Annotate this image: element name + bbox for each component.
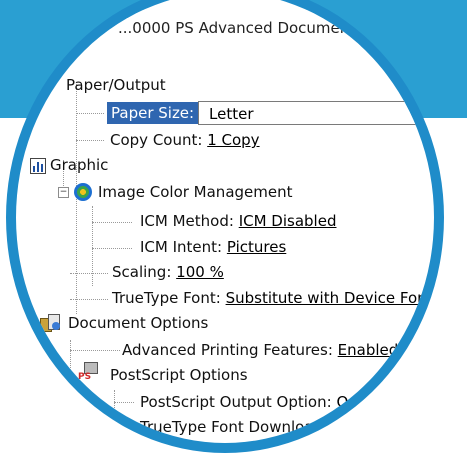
ps-output-value[interactable]: Optimize for [336, 393, 429, 411]
tree-item-paper-size[interactable]: Paper Size: [107, 102, 199, 124]
scaling-value[interactable]: 100 % [176, 263, 224, 281]
document-options-icon [40, 312, 62, 332]
color-management-icon [74, 183, 92, 201]
paper-size-dropdown[interactable]: Letter [198, 101, 434, 125]
tree-connector [70, 299, 108, 300]
tree-item-graphic[interactable]: Graphic [50, 155, 108, 175]
tree-item-scaling[interactable]: Scaling: 100 % [112, 262, 224, 282]
magnifier-ring: ...0000 PS Advanced Document Settings Pa… [6, 0, 444, 453]
tree-item-postscript-options[interactable]: PostScript Options [110, 365, 248, 385]
truetype-font-value[interactable]: Substitute with Device Font [226, 289, 433, 307]
collapse-toggle[interactable]: − [58, 187, 69, 198]
tree-connector [114, 390, 115, 443]
tree-item-label: PostScript Options [110, 366, 248, 384]
tree-item-advanced-printing[interactable]: Advanced Printing Features: Enabled [122, 340, 398, 360]
copy-count-label: Copy Count: [110, 131, 203, 149]
icm-method-value[interactable]: ICM Disabled [239, 212, 337, 230]
tree-connector [92, 222, 132, 223]
tree-item-postscript-output[interactable]: PostScript Output Option: Optimize for [140, 392, 429, 412]
tree-connector [114, 427, 134, 428]
tree-connector [76, 113, 104, 114]
tree-connector [92, 248, 132, 249]
tree-item-label: Graphic [50, 156, 109, 174]
tree-connector [92, 206, 93, 286]
document-settings-tree: ...0000 PS Advanced Document Settings Pa… [16, 10, 434, 443]
tree-connector [70, 350, 120, 351]
scaling-label: Scaling: [112, 263, 172, 281]
tree-item-label: Paper/Output [66, 76, 166, 94]
truetype-font-label: TrueType Font: [112, 289, 221, 307]
tree-item-document-options[interactable]: Document Options [68, 313, 208, 333]
tree-item-image-color-management[interactable]: Image Color Management [98, 182, 293, 202]
icm-intent-value[interactable]: Pictures [227, 238, 286, 256]
ps-output-label: PostScript Output Option: [140, 393, 332, 411]
tree-item-label: Document Options [68, 314, 209, 332]
tree-connector [114, 402, 134, 403]
tree-connector [70, 273, 108, 274]
tree-item-copy-count[interactable]: Copy Count: 1 Copy [110, 130, 260, 150]
tree-item-paper-output[interactable]: Paper/Output [66, 75, 166, 95]
tree-connector [76, 140, 104, 141]
window-title: ...0000 PS Advanced Document Settings [60, 10, 434, 46]
tree-item-icm-method[interactable]: ICM Method: ICM Disabled [140, 211, 336, 231]
tree-item-icm-intent[interactable]: ICM Intent: Pictures [140, 237, 286, 257]
tt-download-label: TrueType Font Download Option: [140, 418, 383, 436]
icm-method-label: ICM Method: [140, 212, 234, 230]
advanced-printing-value[interactable]: Enabled [338, 341, 399, 359]
tree-connector [70, 340, 71, 400]
icm-intent-label: ICM Intent: [140, 238, 223, 256]
paper-size-value: Letter [209, 105, 254, 123]
tree-item-truetype-font[interactable]: TrueType Font: Substitute with Device Fo… [112, 288, 433, 308]
advanced-printing-label: Advanced Printing Features: [122, 341, 333, 359]
tree-item-label: Image Color Management [98, 183, 293, 201]
tree-item-truetype-download[interactable]: TrueType Font Download Option: [140, 417, 383, 437]
postscript-options-icon: PS [78, 362, 104, 384]
graphic-chart-icon [30, 158, 46, 174]
copy-count-value[interactable]: 1 Copy [207, 131, 259, 149]
